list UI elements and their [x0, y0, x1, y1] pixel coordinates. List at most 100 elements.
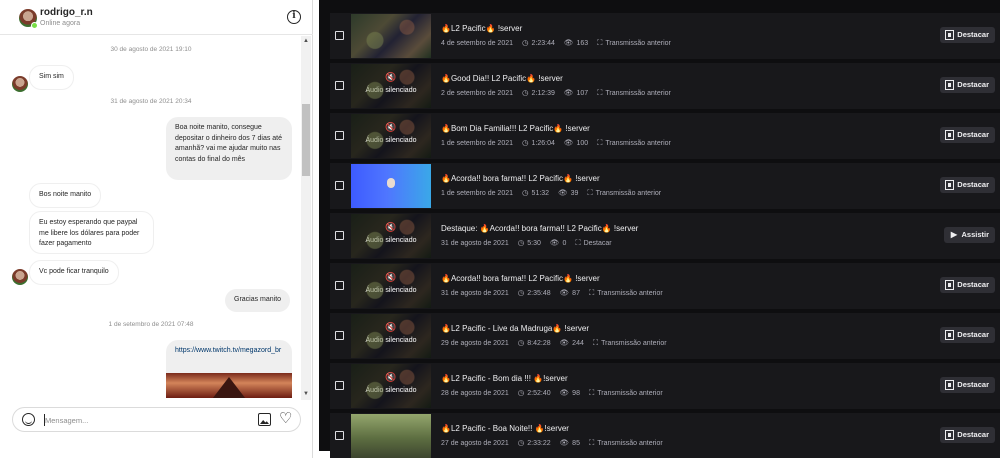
select-checkbox[interactable]	[335, 231, 344, 240]
smile-icon[interactable]	[22, 413, 35, 426]
video-type-group: ⛶ Transmissão anterior	[589, 288, 663, 297]
video-views: 0	[562, 240, 567, 247]
video-duration-group: ◷ 51:32	[522, 188, 549, 197]
video-row[interactable]: 🔇 Áudio silenciado 🔥L2 Pacific - Live da M…	[330, 313, 1000, 359]
select-checkbox[interactable]	[335, 331, 344, 340]
video-date-group: 2 de setembro de 2021	[441, 90, 513, 97]
video-thumbnail[interactable]: 🔇 Áudio silenciado	[351, 64, 431, 108]
clock-icon: ◷	[522, 38, 529, 47]
video-duration-group: ◷ 2:35:48	[518, 288, 551, 297]
video-duration: 1:26:04	[531, 140, 555, 147]
video-row[interactable]: 🔇 Áudio silenciado 🔥Acorda!! bora farma!! …	[330, 263, 1000, 309]
highlight-button[interactable]: Destacar	[940, 377, 995, 393]
video-row[interactable]: 🔇 Áudio silenciado Destaque: 🔥Acorda!! bor…	[330, 213, 1000, 259]
video-row[interactable]: 🔥L2 Pacific - Boa Noite!! 🔥!server 27 de …	[330, 413, 1000, 458]
highlight-button[interactable]: Destacar	[940, 427, 995, 443]
video-type: Transmissão anterior	[597, 390, 663, 397]
select-checkbox[interactable]	[335, 31, 344, 40]
video-thumbnail[interactable]	[351, 14, 431, 58]
action-button-label: Destacar	[957, 430, 989, 439]
select-checkbox[interactable]	[335, 431, 344, 440]
video-date: 29 de agosto de 2021	[441, 340, 509, 347]
highlight-button[interactable]: Destacar	[940, 177, 995, 193]
video-title[interactable]: 🔥Acorda!! bora farma!! L2 Pacific🔥 !serv…	[441, 274, 600, 283]
select-checkbox[interactable]	[335, 381, 344, 390]
heart-icon[interactable]: ♡	[279, 411, 292, 427]
video-title[interactable]: 🔥L2 Pacific - Live da Madruga🔥 !server	[441, 324, 589, 333]
video-row[interactable]: 🔇 Áudio silenciado 🔥L2 Pacific - Bom dia !…	[330, 363, 1000, 409]
video-views: 98	[572, 390, 580, 397]
highlight-button[interactable]: Destacar	[940, 27, 995, 43]
highlight-button[interactable]: Destacar	[940, 327, 995, 343]
video-row[interactable]: 🔥L2 Pacific🔥 !server 4 de setembro de 202…	[330, 13, 1000, 59]
scroll-down-arrow-icon[interactable]: ▼	[301, 389, 311, 399]
video-title[interactable]: Destaque: 🔥Acorda!! bora farma!! L2 Paci…	[441, 224, 638, 233]
video-title[interactable]: 🔥Acorda!! bora farma!! L2 Pacific🔥 !serv…	[441, 174, 600, 183]
video-title[interactable]: 🔥L2 Pacific🔥 !server	[441, 24, 522, 33]
message-input[interactable]	[45, 413, 245, 427]
action-button-label: Assistir	[961, 230, 989, 239]
video-row[interactable]: 🔥Acorda!! bora farma!! L2 Pacific🔥 !serv…	[330, 163, 1000, 209]
video-meta: 31 de agosto de 2021 ◷ 2:35:48 👁 87 ⛶ Transmis…	[441, 288, 672, 298]
video-thumbnail[interactable]: 🔇 Áudio silenciado	[351, 264, 431, 308]
screen: rodrigo_r.n Online agora i 30 de agosto …	[0, 0, 1000, 458]
video-views: 39	[570, 190, 579, 197]
video-title[interactable]: 🔥Good Dia!! L2 Pacific🔥 !server	[441, 74, 563, 83]
highlight-button[interactable]: Destacar	[940, 277, 995, 293]
muted-label: Áudio silenciado	[365, 137, 417, 144]
video-thumbnail[interactable]: 🔇 Áudio silenciado	[351, 114, 431, 158]
eye-icon: 👁	[559, 288, 570, 297]
image-icon[interactable]	[258, 413, 271, 426]
action-button-label: Destacar	[957, 180, 989, 189]
chat-scrollbar[interactable]: ▲ ▼	[301, 36, 311, 400]
select-checkbox[interactable]	[335, 81, 344, 90]
twitch-link[interactable]: https://www.twitch.tv/megazord_br	[175, 347, 281, 354]
info-icon[interactable]: i	[287, 10, 301, 24]
select-checkbox[interactable]	[335, 181, 344, 190]
video-title[interactable]: 🔥Bom Dia Familia!!! L2 Pacific🔥 !server	[441, 124, 590, 133]
video-date-group: 4 de setembro de 2021	[441, 40, 513, 47]
video-views: 163	[576, 40, 589, 47]
watch-button[interactable]: ▶ Assistir	[944, 227, 995, 243]
muted-overlay: 🔇 Áudio silenciado	[351, 364, 431, 408]
message-bubble: Boa noite manito, consegue depositar o d…	[166, 117, 292, 180]
select-checkbox[interactable]	[335, 131, 344, 140]
action-button-label: Destacar	[957, 330, 989, 339]
video-thumbnail[interactable]: 🔇 Áudio silenciado	[351, 214, 431, 258]
eye-icon: 👁	[549, 238, 560, 247]
video-date: 1 de setembro de 2021	[441, 140, 513, 147]
scroll-thumb[interactable]	[302, 104, 310, 176]
scroll-up-arrow-icon[interactable]: ▲	[301, 36, 311, 46]
video-type: Transmissão anterior	[595, 190, 662, 197]
stream-type-icon: ⛶	[592, 338, 599, 347]
video-row[interactable]: 🔇 Áudio silenciado 🔥Good Dia!! L2 Pacific🔥…	[330, 63, 1000, 109]
preview-graphic	[206, 377, 252, 398]
video-thumbnail[interactable]	[351, 164, 431, 208]
video-duration-group: ◷ 1:26:04	[522, 138, 555, 147]
video-row[interactable]: 🔇 Áudio silenciado 🔥Bom Dia Familia!!! L2 …	[330, 113, 1000, 159]
video-thumbnail[interactable]	[351, 414, 431, 458]
select-checkbox[interactable]	[335, 281, 344, 290]
highlight-button[interactable]: Destacar	[940, 77, 995, 93]
link-preview-image[interactable]	[166, 373, 292, 398]
video-title[interactable]: 🔥L2 Pacific - Boa Noite!! 🔥!server	[441, 424, 569, 433]
video-views: 244	[572, 340, 584, 347]
video-type-group: ⛶ Destacar	[575, 238, 611, 247]
video-duration-group: ◷ 8:42:28	[518, 338, 551, 347]
video-duration-group: ◷ 2:52:40	[518, 388, 551, 397]
muted-speaker-icon: 🔇	[385, 72, 397, 82]
highlight-button[interactable]: Destacar	[940, 127, 995, 143]
muted-label: Áudio silenciado	[365, 287, 417, 294]
video-title[interactable]: 🔥L2 Pacific - Bom dia !!! 🔥!server	[441, 374, 568, 383]
video-thumbnail[interactable]: 🔇 Áudio silenciado	[351, 364, 431, 408]
video-duration-group: ◷ 5:30	[518, 238, 541, 247]
highlight-icon	[945, 130, 955, 140]
video-thumbnail[interactable]: 🔇 Áudio silenciado	[351, 314, 431, 358]
chat-username[interactable]: rodrigo_r.n	[40, 7, 93, 18]
avatar	[12, 269, 28, 285]
play-icon: ▶	[950, 230, 958, 239]
video-date: 31 de agosto de 2021	[441, 240, 509, 247]
muted-speaker-icon: 🔇	[385, 122, 397, 132]
video-type: Transmissão anterior	[605, 140, 671, 147]
message-bubble: Gracias manito	[225, 289, 291, 312]
